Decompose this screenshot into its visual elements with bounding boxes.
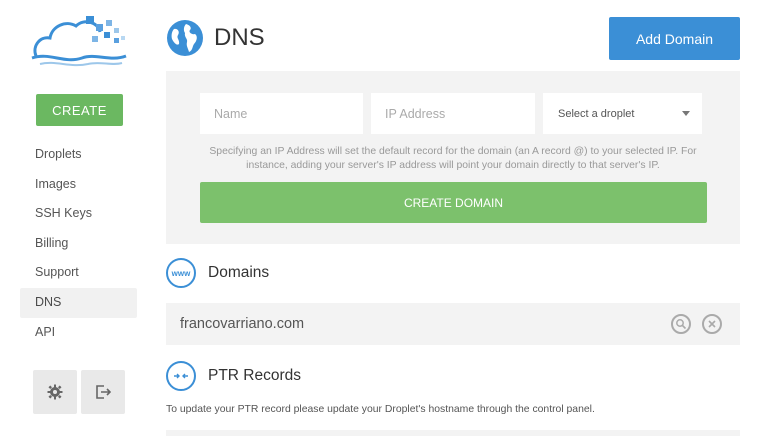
sidebar-item-droplets[interactable]: Droplets — [20, 140, 137, 170]
caret-down-icon — [682, 111, 690, 116]
add-domain-button[interactable]: Add Domain — [609, 17, 740, 60]
ptr-description: To update your PTR record please update … — [166, 404, 595, 415]
sidebar-nav: Droplets Images SSH Keys Billing Support… — [20, 140, 137, 347]
page-header: DNS — [166, 18, 265, 58]
sidebar-item-images[interactable]: Images — [20, 170, 137, 200]
domains-header: www Domains — [166, 258, 269, 288]
domains-title: Domains — [208, 264, 270, 281]
globe-icon — [167, 20, 203, 56]
sidebar-item-support[interactable]: Support — [20, 258, 137, 288]
logout-button[interactable] — [81, 370, 125, 414]
www-icon: www — [166, 258, 196, 288]
ptr-title: PTR Records — [208, 367, 302, 384]
create-button[interactable]: CREATE — [36, 94, 123, 126]
table-row: francovarriano.com — [166, 303, 740, 345]
help-text: Specifying an IP Address will set the de… — [209, 146, 697, 171]
sidebar-item-billing[interactable]: Billing — [20, 229, 137, 259]
droplet-select-value: Select a droplet — [558, 107, 635, 120]
sidebar-item-api[interactable]: API — [20, 318, 137, 348]
logout-icon — [96, 385, 111, 399]
digitalocean-logo[interactable] — [30, 12, 128, 70]
sidebar-item-dns[interactable]: DNS — [20, 287, 137, 318]
settings-button[interactable] — [33, 370, 77, 414]
magnifier-icon[interactable] — [671, 314, 691, 334]
ip-address-input[interactable] — [371, 93, 535, 134]
ptr-header: PTR Records — [166, 361, 301, 391]
droplet-select[interactable]: Select a droplet — [543, 93, 702, 134]
ptr-panel — [166, 430, 740, 436]
create-domain-form: Select a droplet Specifying an IP Addres… — [166, 71, 740, 244]
create-domain-button[interactable]: CREATE DOMAIN — [200, 182, 707, 223]
delete-icon[interactable] — [702, 314, 722, 334]
page-title: DNS — [214, 24, 265, 51]
domain-name-input[interactable] — [200, 93, 363, 134]
sidebar: CREATE Droplets Images SSH Keys Billing … — [0, 0, 150, 436]
domain-link[interactable]: francovarriano.com — [180, 316, 304, 332]
arrows-in-icon — [166, 361, 196, 391]
sidebar-item-ssh-keys[interactable]: SSH Keys — [20, 199, 137, 229]
gear-icon — [47, 384, 63, 400]
